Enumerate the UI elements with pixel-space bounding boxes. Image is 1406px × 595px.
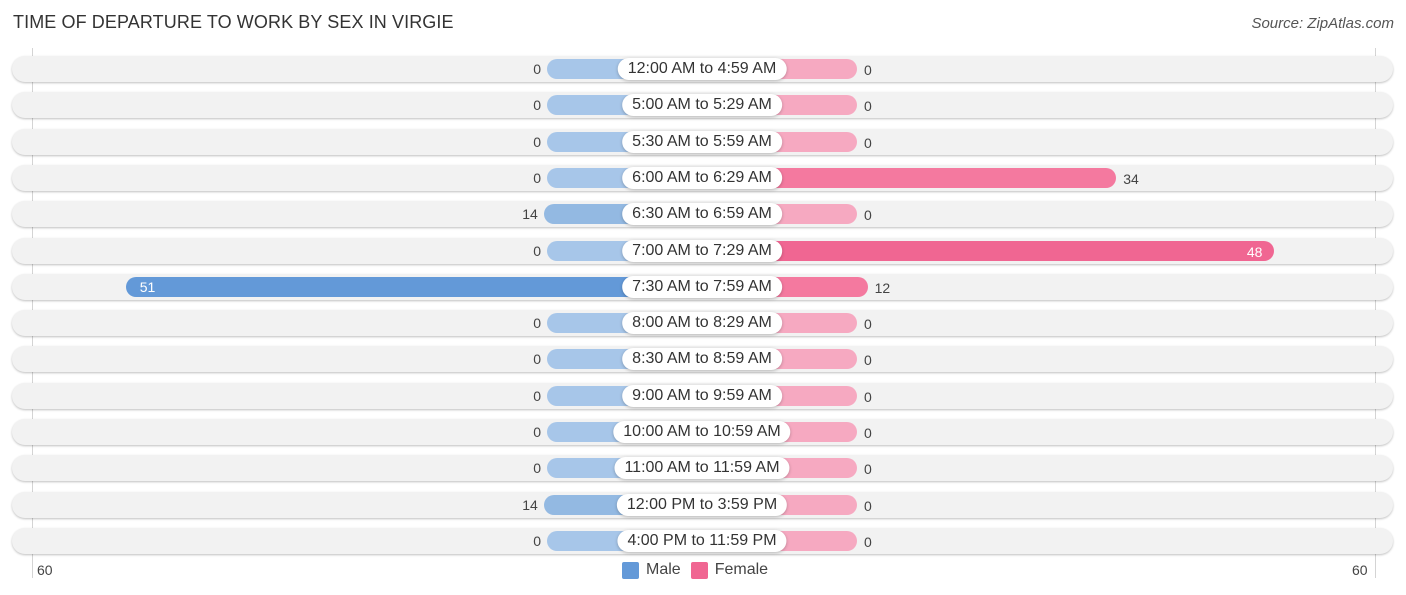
category-label: 9:00 AM to 9:59 AM — [622, 384, 782, 407]
bar-female[interactable] — [702, 240, 1275, 261]
value-label-male: 0 — [533, 424, 541, 440]
value-label-male: 0 — [533, 532, 541, 549]
value-label-female: 0 — [864, 425, 872, 441]
value-label-male: 14 — [522, 496, 538, 513]
category-label: 8:00 AM to 8:29 AM — [622, 312, 782, 335]
bar-male[interactable] — [125, 276, 702, 297]
legend-swatch-female — [690, 561, 708, 579]
value-label-female: 0 — [864, 497, 872, 514]
value-label-male: 51 — [139, 278, 156, 295]
value-label-female: 0 — [864, 316, 872, 333]
legend-item-male[interactable]: Male — [622, 561, 681, 579]
value-label-female: 0 — [864, 207, 872, 224]
category-label: 7:00 AM to 7:29 AM — [622, 239, 782, 262]
category-label: 4:00 PM to 11:59 PM — [617, 529, 787, 552]
axis-tick-left: 60 — [37, 562, 53, 578]
value-label-female: 34 — [1123, 170, 1139, 187]
category-label: 12:00 AM to 4:59 AM — [617, 58, 787, 80]
legend-swatch-male — [622, 561, 639, 579]
value-label-female: 12 — [874, 279, 891, 296]
category-label: 6:00 AM to 6:29 AM — [622, 166, 782, 189]
chart-title: TIME OF DEPARTURE TO WORK BY SEX IN VIRG… — [13, 12, 454, 32]
source-label: Source: ZipAtlas.com — [1251, 15, 1394, 32]
value-label-male: 0 — [533, 315, 541, 332]
value-label-female: 0 — [864, 134, 872, 151]
category-label: 7:30 AM to 7:59 AM — [622, 275, 782, 298]
value-label-male: 14 — [522, 206, 538, 223]
value-label-female: 0 — [864, 62, 872, 78]
category-label: 12:00 PM to 3:59 PM — [616, 493, 788, 516]
axis-tick-right: 60 — [1352, 562, 1368, 578]
category-label: 10:00 AM to 10:59 AM — [613, 421, 791, 443]
category-label: 5:00 AM to 5:29 AM — [622, 94, 782, 117]
value-label-female: 0 — [864, 533, 872, 550]
legend: Male Female — [622, 561, 778, 579]
value-label-male: 0 — [533, 97, 541, 114]
value-label-male: 0 — [533, 242, 541, 259]
value-label-male: 0 — [533, 169, 541, 186]
value-label-male: 0 — [533, 61, 541, 77]
value-label-female: 48 — [1246, 243, 1263, 260]
category-label: 5:30 AM to 5:59 AM — [622, 130, 782, 153]
category-label: 11:00 AM to 11:59 AM — [614, 457, 790, 480]
legend-item-female[interactable]: Female — [690, 561, 769, 579]
value-label-female: 0 — [864, 98, 872, 115]
legend-label-female: Female — [714, 561, 769, 578]
value-label-male: 0 — [533, 387, 541, 404]
chart: TIME OF DEPARTURE TO WORK BY SEX IN VIRG… — [0, 0, 1406, 595]
legend-label-male: Male — [646, 561, 681, 578]
value-label-male: 0 — [533, 460, 541, 477]
category-label: 6:30 AM to 6:59 AM — [622, 203, 782, 226]
value-label-male: 0 — [533, 351, 541, 368]
value-label-female: 0 — [864, 352, 872, 369]
value-label-female: 0 — [864, 388, 872, 405]
category-label: 8:30 AM to 8:59 AM — [622, 348, 782, 371]
value-label-male: 0 — [533, 133, 541, 150]
value-label-female: 0 — [864, 461, 872, 478]
